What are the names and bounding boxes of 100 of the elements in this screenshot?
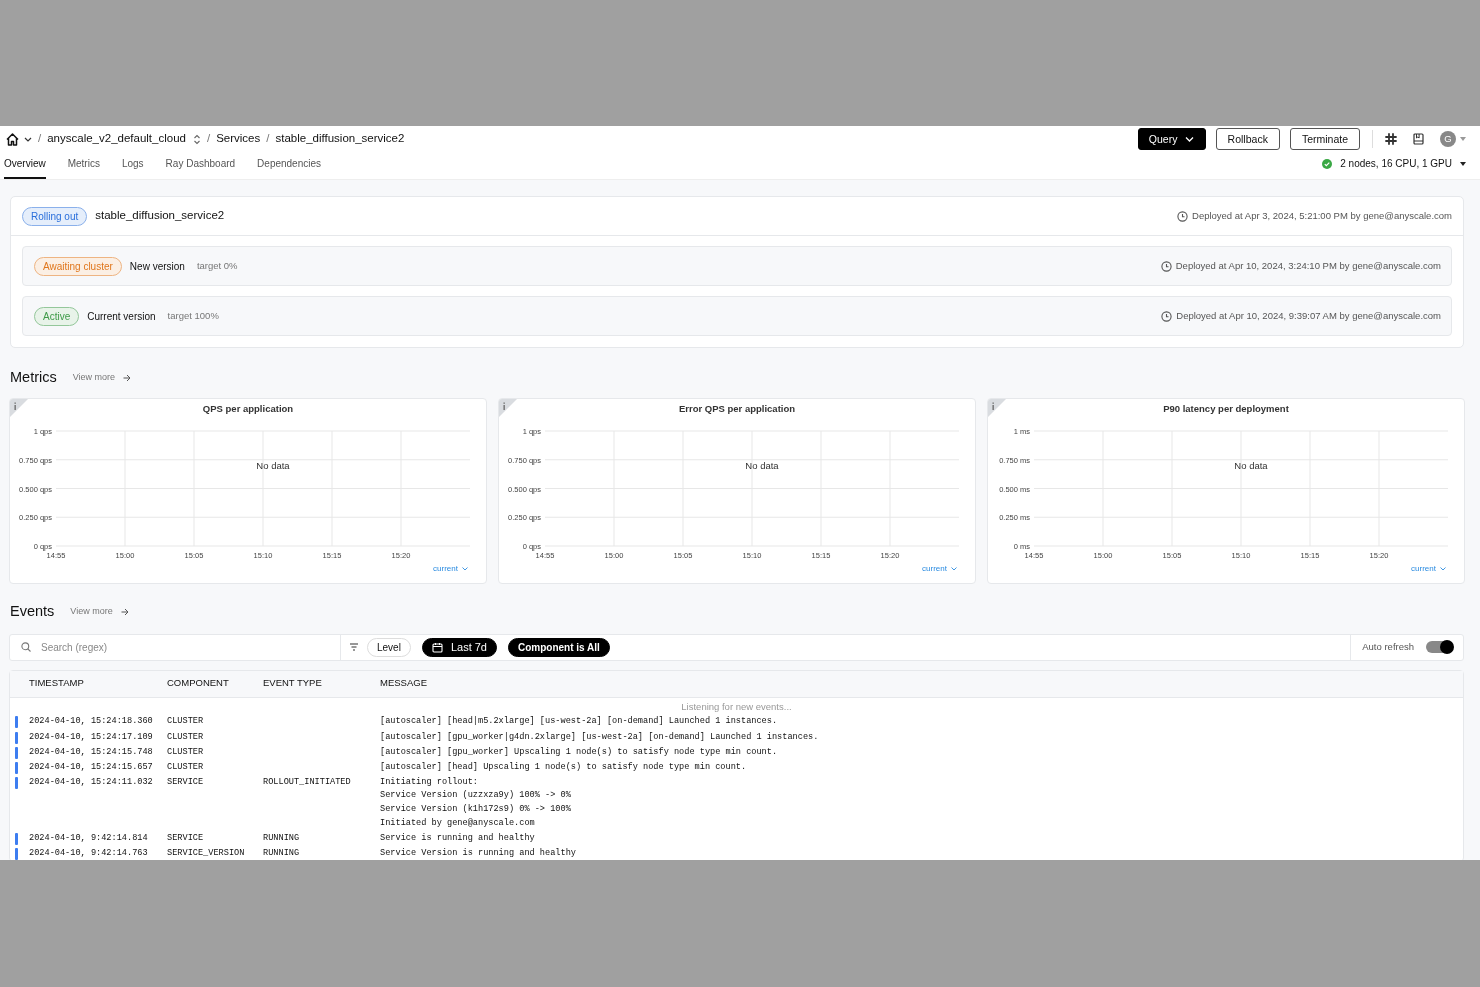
filter-button[interactable] — [349, 643, 359, 651]
chevron-icon — [1440, 566, 1446, 571]
empty-state-text: No data — [1234, 459, 1268, 471]
message-line: Initiated by gene@anyscale.com — [380, 816, 536, 830]
message-line: [autoscaler] [head] Upscaling 1 node(s) to satisfy node type min count. — [380, 760, 748, 774]
section-title: Metrics — [10, 368, 57, 387]
message-line: Initiating rollout: — [380, 775, 479, 789]
event-type-cell-text: RUNNING — [263, 831, 301, 845]
breadcrumb-separator: / — [38, 131, 42, 147]
user-menu[interactable]: G — [1440, 131, 1466, 147]
info-icon — [499, 398, 517, 417]
empty-state-text: No data — [745, 459, 779, 471]
calendar-icon — [431, 641, 443, 653]
chart-title: QPS per application — [202, 402, 294, 414]
breadcrumb-link[interactable]: anyscale_v2_default_cloud — [47, 130, 186, 148]
date-filter[interactable]: Last 7d — [421, 637, 497, 657]
tab[interactable]: Dependencies — [257, 149, 322, 179]
event-marker — [15, 731, 18, 744]
breadcrumb-separator: / — [266, 131, 270, 147]
message-line: Service Version (k1h172s9) 0% -> 100% — [380, 803, 572, 817]
tab[interactable]: Logs — [121, 149, 144, 179]
event-marker — [15, 761, 18, 774]
tab[interactable]: Overview — [4, 149, 46, 179]
legend-toggle[interactable]: current — [433, 562, 468, 575]
column-header: EVENT TYPE — [263, 676, 323, 691]
chevron-icon — [1185, 135, 1195, 143]
breadcrumb-link[interactable]: Services — [216, 130, 261, 148]
chevron-icon — [951, 566, 957, 571]
clock-icon — [1177, 210, 1188, 222]
deployed-text: Deployed at Apr 3, 2024, 5:21:00 PM by gene@anyscale.com — [1192, 208, 1452, 223]
legend-toggle[interactable]: current — [1411, 562, 1446, 575]
view-more-link[interactable]: View more — [72, 371, 132, 385]
status-badge: Awaiting cluster — [34, 256, 122, 276]
tab[interactable]: Metrics — [67, 149, 100, 179]
info-icon — [988, 398, 1006, 417]
caret-icon — [24, 135, 32, 143]
timestamp-cell-text: 2024-04-10, 15:24:17.109 — [29, 730, 154, 744]
status-badge: Rolling out — [22, 206, 88, 226]
component-cell-text: SERVICE — [167, 831, 205, 845]
deployed-text: Deployed at Apr 10, 2024, 3:24:10 PM by gene@anyscale.com — [1175, 258, 1441, 273]
event-type-cell-text: RUNNING — [263, 847, 301, 860]
avatar: G — [1440, 131, 1456, 147]
section-title: Events — [10, 601, 55, 621]
caret-icon — [1460, 161, 1466, 166]
message-line: Service Version (uzzxza9y) 100% -> 0% — [380, 789, 572, 803]
event-marker — [15, 848, 18, 860]
action-button[interactable]: Terminate — [1289, 128, 1360, 150]
book-icon — [1413, 133, 1424, 145]
message-line: [autoscaler] [head|m5.2xlarge] [us-west-2a] [on-demand] Launched 1 instances. — [380, 715, 779, 729]
column-header: MESSAGE — [380, 676, 428, 691]
timestamp-cell-text: 2024-04-10, 15:24:11.032 — [29, 775, 154, 789]
component-cell-text: SERVICE_VERSION — [167, 847, 246, 860]
arrow-icon — [120, 607, 129, 616]
event-marker — [15, 832, 18, 845]
event-marker — [15, 776, 18, 789]
component-cell-text: SERVICE — [167, 775, 205, 789]
message-line: Service is running and healthy — [380, 831, 536, 845]
view-more-link[interactable]: View more — [70, 604, 129, 619]
component-filter[interactable]: Component is All — [508, 637, 610, 657]
timestamp-cell-text: 2024-04-10, 15:24:15.748 — [29, 745, 154, 759]
empty-state-text: No data — [256, 459, 290, 471]
component-cell-text: CLUSTER — [167, 730, 205, 744]
event-marker — [15, 746, 18, 759]
column-header: COMPONENT — [167, 676, 230, 691]
tab[interactable]: Ray Dashboard — [165, 149, 236, 179]
legend-toggle[interactable]: current — [922, 562, 957, 575]
component-cell-text: CLUSTER — [167, 715, 205, 729]
chart-title: P90 latency per deployment — [1163, 402, 1289, 414]
timestamp-cell-text: 2024-04-10, 9:42:14.814 — [29, 831, 149, 845]
home-icon — [5, 131, 20, 147]
info-icon — [10, 398, 28, 417]
arrow-icon — [123, 373, 132, 382]
docs-button[interactable] — [1413, 133, 1424, 145]
clock-icon — [1161, 310, 1173, 322]
slack-button[interactable] — [1385, 133, 1397, 145]
target-text: target 100% — [166, 308, 219, 323]
cluster-status[interactable]: 2 nodes, 16 CPU, 1 GPU — [1322, 156, 1466, 171]
filter-chip[interactable]: Level — [367, 637, 411, 657]
chart-title: Error QPS per application — [678, 402, 796, 414]
auto-refresh-toggle[interactable] — [1426, 641, 1453, 653]
query-button[interactable]: Query — [1137, 128, 1206, 150]
component-cell-text: CLUSTER — [167, 745, 205, 759]
component-cell-text: CLUSTER — [167, 760, 205, 774]
deployed-text: Deployed at Apr 10, 2024, 9:39:07 AM by gene@anyscale.com — [1176, 308, 1441, 323]
status-badge: Active — [34, 306, 80, 326]
message-line: [autoscaler] [gpu_worker|g4dn.2xlarge] [us-west-2a] [on-demand] Launched 1 instances. — [380, 730, 820, 744]
version-name: New version — [129, 259, 185, 274]
column-header: TIMESTAMP — [29, 676, 85, 691]
status-text: Listening for new events... — [680, 699, 793, 714]
timestamp-cell-text: 2024-04-10, 15:24:18.360 — [29, 715, 154, 729]
clock-icon — [1160, 260, 1172, 272]
hash-icon — [1385, 133, 1397, 145]
switcher-icon — [192, 133, 201, 145]
event-type-cell-text: ROLLOUT_INITIATED — [263, 775, 352, 789]
home-button[interactable] — [5, 131, 32, 147]
timestamp-cell-text: 2024-04-10, 15:24:15.657 — [29, 760, 154, 774]
breadcrumb-link[interactable]: stable_diffusion_service2 — [275, 130, 405, 148]
action-button[interactable]: Rollback — [1215, 128, 1280, 150]
service-name: stable_diffusion_service2 — [95, 208, 225, 224]
chevron-icon — [462, 566, 468, 571]
